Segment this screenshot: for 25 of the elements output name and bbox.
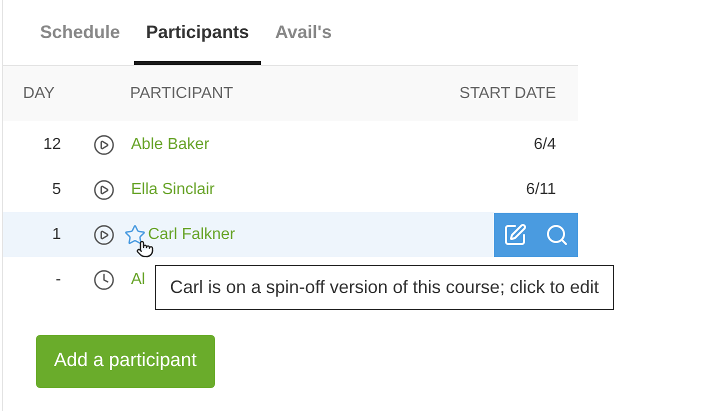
- column-header: PARTICIPANT: [130, 84, 234, 104]
- column-header: START DATE: [459, 84, 557, 104]
- day-cell-text: -: [54, 270, 61, 290]
- start-date-cell-text: 6/4: [534, 134, 557, 154]
- participant-link[interactable]: Al: [131, 268, 146, 292]
- star-icon[interactable]: [124, 224, 146, 246]
- participant-link[interactable]: Carl Falkner: [148, 222, 236, 246]
- play-icon[interactable]: [93, 224, 115, 246]
- add-participant-button[interactable]: Add a participant: [36, 335, 215, 388]
- edit-icon: [503, 222, 527, 246]
- participant-link[interactable]: Able Baker: [131, 132, 210, 156]
- search-icon: [545, 222, 569, 246]
- play-icon[interactable]: [93, 178, 115, 200]
- tab[interactable]: Schedule: [28, 0, 132, 65]
- tab[interactable]: Avail's: [263, 0, 344, 65]
- participant-link[interactable]: Ella Sinclair: [131, 178, 215, 202]
- table-row[interactable]: 1 Carl Falkner: [3, 212, 578, 257]
- play-icon[interactable]: [93, 134, 115, 156]
- start-date-cell-text: 6/11: [526, 180, 557, 200]
- day-cell-text: 12: [42, 134, 61, 154]
- tooltip: Carl is on a spin-off version of this course; click to edit: [155, 265, 614, 310]
- clock-icon[interactable]: [93, 268, 115, 290]
- column-header: DAY: [22, 84, 56, 104]
- day-cell-text: 5: [51, 180, 61, 200]
- day-cell-text: 1: [51, 224, 61, 244]
